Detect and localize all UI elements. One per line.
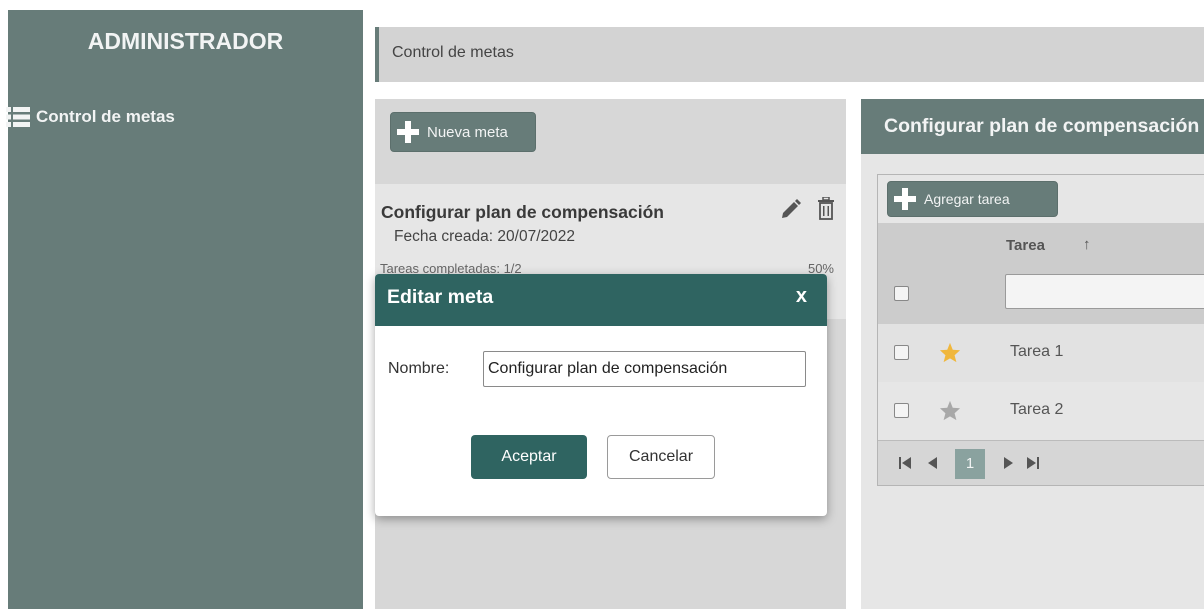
name-input[interactable] — [483, 351, 806, 387]
new-goal-label: Nueva meta — [427, 123, 508, 141]
next-page-icon[interactable] — [1003, 456, 1015, 470]
pager: 1 — [878, 440, 1204, 485]
grid-header: Tarea ↑ — [878, 223, 1204, 324]
star-empty-icon[interactable] — [939, 400, 961, 421]
table-row[interactable]: Tarea 2 — [878, 382, 1204, 440]
page-number-current[interactable]: 1 — [955, 449, 985, 479]
task-filter-input[interactable] — [1005, 274, 1204, 309]
list-icon — [6, 107, 30, 127]
edit-goal-dialog: Editar meta x Nombre: Aceptar Cancelar — [375, 274, 827, 516]
add-task-button[interactable]: Agregar tarea — [887, 181, 1058, 217]
goal-date-value: 20/07/2022 — [497, 228, 575, 245]
pencil-icon[interactable] — [780, 197, 802, 219]
row-checkbox[interactable] — [894, 403, 909, 418]
plus-icon — [397, 121, 419, 143]
row-checkbox[interactable] — [894, 345, 909, 360]
task-label: Tarea 2 — [1010, 401, 1064, 418]
tasks-panel-header: Configurar plan de compensación — [861, 99, 1204, 154]
star-filled-icon[interactable] — [939, 342, 961, 363]
first-page-icon[interactable] — [898, 456, 912, 470]
sidebar-item-label: Control de metas — [36, 107, 175, 126]
cancel-button[interactable]: Cancelar — [607, 435, 715, 479]
column-header-task[interactable]: Tarea — [1006, 237, 1045, 254]
select-all-checkbox[interactable] — [894, 286, 909, 301]
goal-date: Fecha creada: 20/07/2022 — [394, 228, 575, 246]
sort-asc-icon[interactable]: ↑ — [1083, 236, 1091, 253]
prev-page-icon[interactable] — [926, 456, 938, 470]
add-task-label: Agregar tarea — [924, 191, 1010, 207]
breadcrumb-text: Control de metas — [392, 44, 514, 61]
last-page-icon[interactable] — [1026, 456, 1040, 470]
tasks-panel: Configurar plan de compensación Agregar … — [861, 99, 1204, 609]
tasks-panel-title: Configurar plan de compensación — [884, 115, 1200, 137]
goal-date-label: Fecha creada: — [394, 228, 494, 245]
sidebar-title: ADMINISTRADOR — [87, 28, 284, 54]
dialog-header: Editar meta x — [375, 274, 827, 326]
tasks-grid: Agregar tarea Tarea ↑ Tarea 1 Tarea 2 1 — [877, 174, 1204, 486]
sidebar: ADMINISTRADOR Control de metas — [6, 10, 363, 609]
plus-icon — [894, 188, 916, 210]
name-label: Nombre: — [388, 360, 450, 377]
table-row[interactable]: Tarea 1 — [878, 324, 1204, 382]
new-goal-button[interactable]: Nueva meta — [390, 112, 536, 152]
sidebar-item-control-de-metas[interactable]: Control de metas — [6, 106, 175, 128]
accept-button[interactable]: Aceptar — [471, 435, 587, 479]
goal-title: Configurar plan de compensación — [381, 202, 664, 222]
close-icon[interactable]: x — [796, 285, 807, 308]
dialog-title: Editar meta — [387, 286, 494, 308]
breadcrumb: Control de metas — [375, 27, 1204, 82]
task-label: Tarea 1 — [1010, 343, 1064, 360]
trash-icon[interactable] — [815, 197, 837, 221]
